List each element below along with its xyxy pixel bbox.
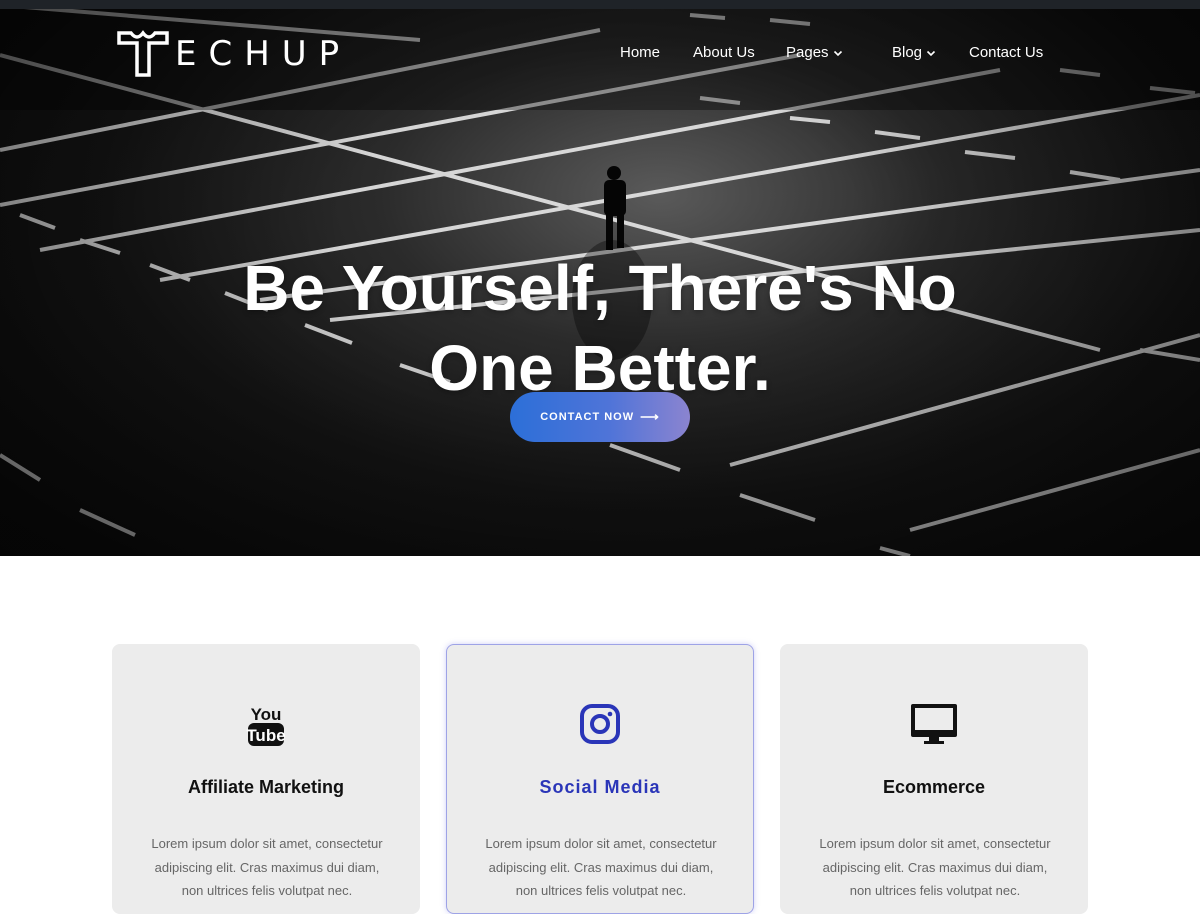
feature-card-title: Social Media (539, 777, 661, 797)
site-logo[interactable]: ECHUP (117, 29, 351, 79)
logo-mark-icon (117, 30, 169, 77)
arrow-right-icon: ⟶ (640, 409, 660, 424)
nav-item-pages[interactable]: Pages (786, 44, 843, 61)
feature-card-text: Lorem ipsum dolor sit amet, consectetur … (151, 836, 383, 898)
browser-top-strip (0, 0, 1200, 9)
logo-text: ECHUP (175, 34, 352, 74)
youtube-icon: You Tube (246, 705, 286, 746)
nav-item-label: Contact Us (969, 44, 1044, 61)
contact-now-button[interactable]: CONTACT NOW ⟶ (510, 392, 690, 442)
chevron-down-icon (926, 50, 936, 56)
nav-item-label: Pages (786, 44, 829, 61)
hero-title: Be Yourself, There's No One Better. (150, 248, 1050, 408)
feature-card-text: Lorem ipsum dolor sit amet, consectetur … (485, 836, 717, 898)
hero-section: ECHUP Home About Us Pages Blog Contact U… (0, 0, 1200, 556)
hero-title-line-1: Be Yourself, There's No (243, 251, 957, 324)
feature-card-ecommerce[interactable]: Ecommerce Lorem ipsum dolor sit amet, co… (780, 644, 1088, 914)
nav-item-blog[interactable]: Blog (892, 44, 936, 61)
feature-card-affiliate-marketing[interactable]: You Tube Affiliate Marketing Lorem ipsum… (112, 644, 420, 914)
feature-card-title: Affiliate Marketing (187, 777, 345, 797)
nav-item-label: Blog (892, 44, 923, 61)
feature-card-social-media[interactable]: Social Media Lorem ipsum dolor sit amet,… (446, 644, 754, 914)
nav-item-contact-us[interactable]: Contact Us (969, 44, 1043, 61)
feature-card-text: Lorem ipsum dolor sit amet, consectetur … (819, 836, 1051, 898)
svg-text:You: You (251, 705, 282, 724)
svg-text:Tube: Tube (246, 726, 285, 745)
nav-item-label: Home (620, 44, 661, 61)
feature-card-title: Ecommerce (882, 777, 986, 797)
nav-item-about-us[interactable]: About Us (693, 44, 755, 61)
nav-item-home[interactable]: Home (620, 44, 660, 61)
chevron-down-icon (833, 50, 842, 56)
monitor-icon (911, 704, 957, 744)
contact-now-label: CONTACT NOW (540, 411, 635, 423)
features-section: You Tube Affiliate Marketing Lorem ipsum… (0, 556, 1200, 914)
site-header: ECHUP Home About Us Pages Blog Contact U… (0, 9, 1200, 110)
nav-item-label: About Us (693, 44, 755, 61)
instagram-icon (580, 704, 620, 744)
